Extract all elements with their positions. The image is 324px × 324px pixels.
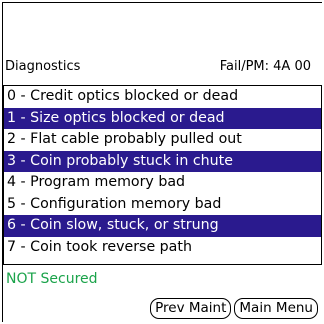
main-menu-button[interactable]: Main Menu	[234, 298, 318, 319]
list-item[interactable]: 4 - Program memory bad	[4, 172, 321, 194]
header-bar: Diagnostics Fail/PM: 4A 00	[3, 59, 321, 75]
list-item[interactable]: 7 - Coin took reverse path	[4, 237, 321, 259]
list-item[interactable]: 2 - Flat cable probably pulled out	[4, 129, 321, 151]
list-item[interactable]: 5 - Configuration memory bad	[4, 194, 321, 216]
fail-code-label: Fail/PM: 4A 00	[219, 59, 311, 74]
list-item[interactable]: 3 - Coin probably stuck in chute	[4, 150, 321, 172]
diagnostics-list[interactable]: 0 - Credit optics blocked or dead 1 - Si…	[3, 85, 322, 265]
page-title: Diagnostics	[5, 59, 81, 74]
list-item[interactable]: 0 - Credit optics blocked or dead	[4, 86, 321, 108]
security-status: NOT Secured	[6, 271, 98, 287]
list-item[interactable]: 1 - Size optics blocked or dead	[4, 107, 321, 129]
list-item[interactable]: 6 - Coin slow, stuck, or strung	[4, 215, 321, 237]
button-bar: Prev Maint Main Menu	[150, 298, 318, 319]
prev-maint-button[interactable]: Prev Maint	[150, 298, 232, 319]
screen-frame: Diagnostics Fail/PM: 4A 00 0 - Credit op…	[2, 2, 322, 322]
